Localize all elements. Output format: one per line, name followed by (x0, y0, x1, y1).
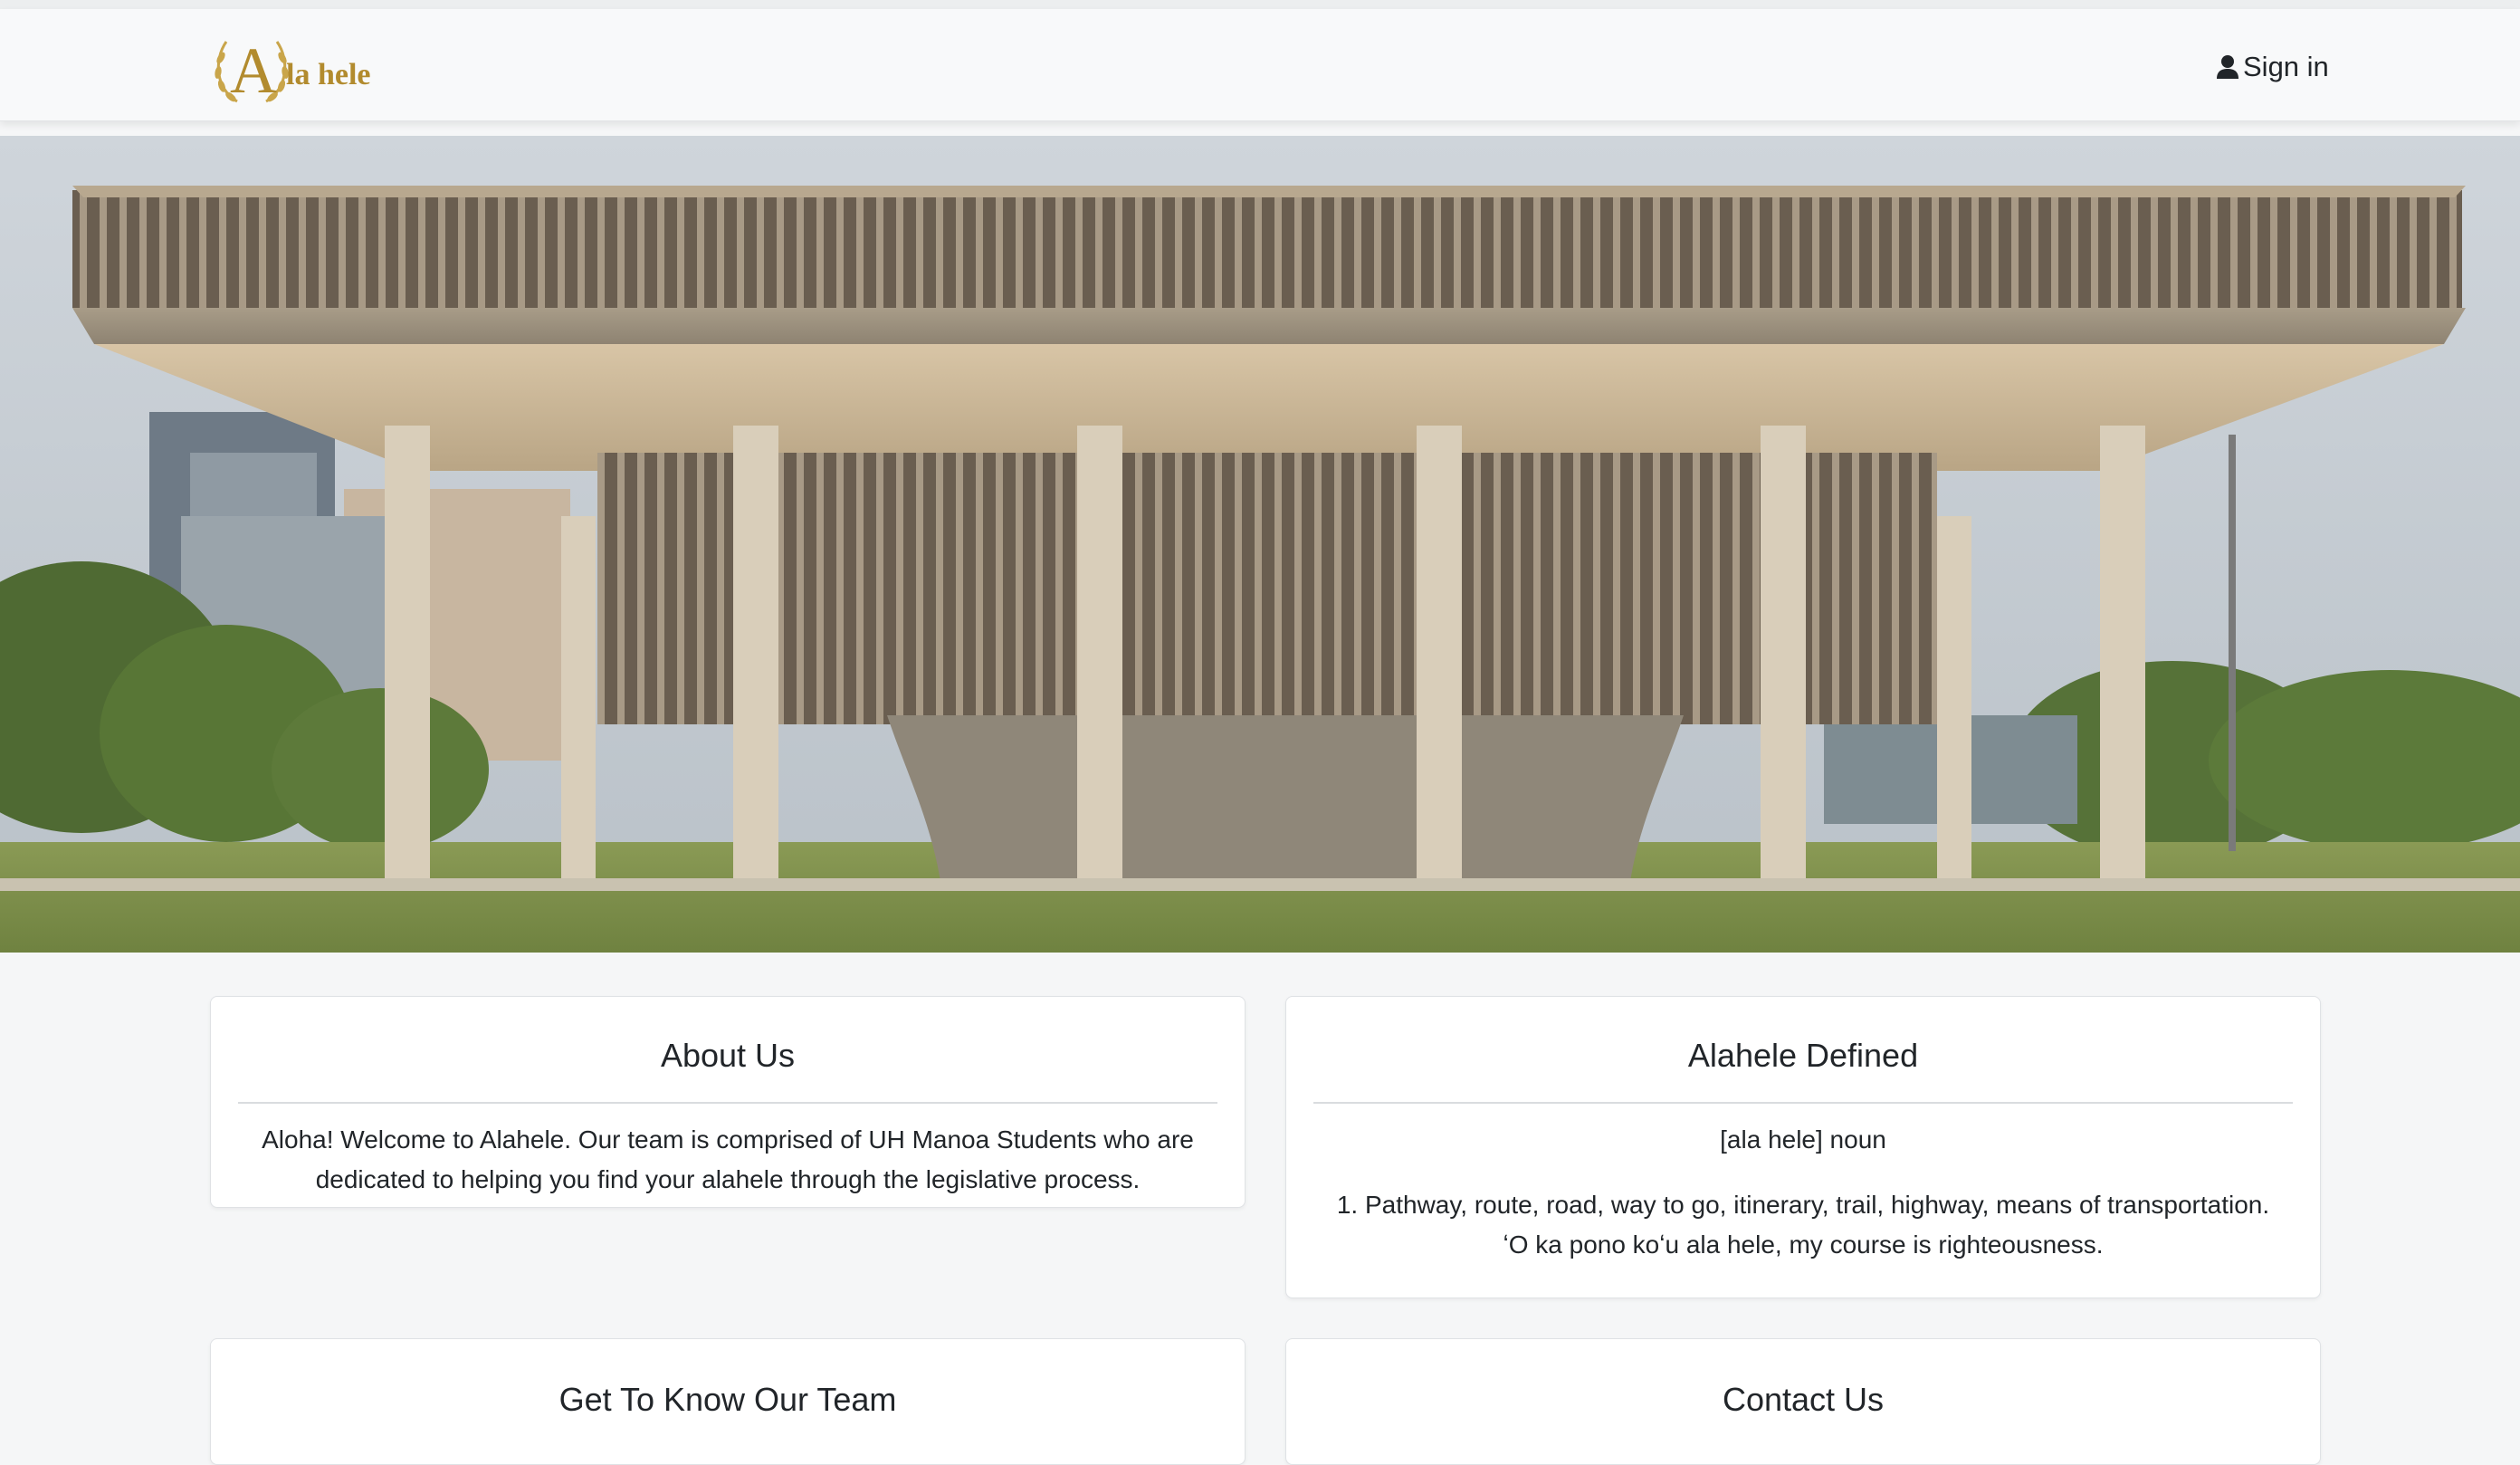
pronunciation-text: [ala hele] noun (1720, 1125, 1886, 1154)
about-us-card: About Us Aloha! Welcome to Alahele. Our … (210, 996, 1246, 1208)
contact-card: Contact Us (1285, 1338, 2321, 1465)
about-us-title: About Us (660, 1037, 796, 1074)
navbar: A la hele Sign in (0, 9, 2520, 121)
top-strip (0, 0, 2520, 9)
contact-title: Contact Us (1722, 1381, 1885, 1418)
alahele-defined-title: Alahele Defined (1687, 1037, 1919, 1074)
hero-image (0, 136, 2520, 953)
definition-line-1: 1. Pathway, route, road, way to go, itin… (1336, 1191, 2270, 1219)
about-us-text: Aloha! Welcome to Alahele. Our team is c… (262, 1125, 1194, 1193)
team-card: Get To Know Our Team (210, 1338, 1246, 1465)
laurel-wreath-icon: A (210, 31, 293, 109)
sign-in-label: Sign in (2243, 51, 2329, 82)
team-title: Get To Know Our Team (558, 1381, 897, 1418)
capitol-building-photo (0, 136, 2520, 953)
definition-text: 1. Pathway, route, road, way to go, itin… (1286, 1160, 2320, 1265)
logo-text: la hele (286, 58, 371, 91)
sign-in-link[interactable]: Sign in (2216, 47, 2329, 87)
alahele-defined-card: Alahele Defined [ala hele] noun 1. Pathw… (1285, 996, 2321, 1298)
definition-line-2: ʻO ka pono koʻu ala hele, my course is r… (1503, 1230, 2104, 1259)
brand-logo[interactable]: A la hele (210, 31, 370, 109)
logo-letter: A (230, 34, 277, 107)
person-icon (2216, 53, 2239, 81)
